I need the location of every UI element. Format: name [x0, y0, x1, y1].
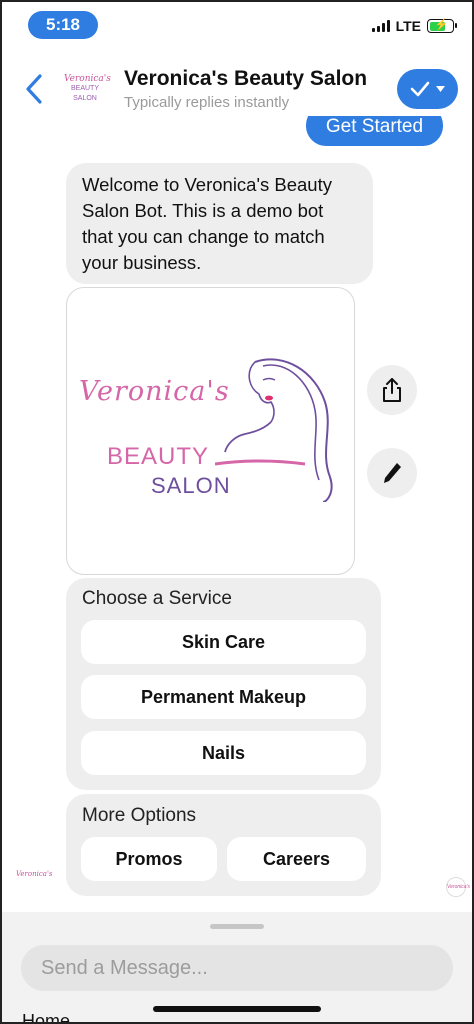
share-icon: [383, 378, 401, 402]
status-indicators: LTE: [371, 18, 457, 34]
drag-handle[interactable]: [210, 924, 264, 929]
more-options-title: More Options: [82, 805, 197, 826]
chevron-left-icon: [26, 74, 42, 104]
home-label: Home: [22, 1011, 71, 1024]
caret-down-icon: [436, 86, 445, 92]
pencil-icon: [384, 463, 401, 483]
message-input[interactable]: [21, 945, 453, 991]
logo-salon-text: SALON: [151, 473, 231, 498]
network-label: LTE: [395, 18, 421, 34]
status-dropdown-button[interactable]: [397, 69, 458, 109]
avatar[interactable]: Veronica's BEAUTY SALON: [64, 74, 111, 104]
careers-button[interactable]: Careers: [227, 837, 366, 881]
signal-icon: [371, 20, 390, 32]
read-receipt-avatar: Veronica's: [446, 877, 470, 897]
service-options-panel: Choose a Service Skin Care Permanent Mak…: [66, 578, 381, 790]
skin-care-button[interactable]: Skin Care: [81, 620, 366, 664]
share-button[interactable]: [367, 365, 417, 415]
logo-image-card[interactable]: Veronica's BEAUTY SALON: [66, 287, 355, 575]
service-panel-title: Choose a Service: [82, 588, 232, 609]
promos-button[interactable]: Promos: [81, 837, 217, 881]
more-options-panel: More Options Promos Careers: [66, 794, 381, 896]
status-time: 5:18: [28, 11, 98, 39]
back-button[interactable]: [22, 70, 48, 108]
welcome-message: Welcome to Veronica's Beauty Salon Bot. …: [66, 163, 373, 284]
permanent-makeup-button[interactable]: Permanent Makeup: [81, 675, 366, 719]
logo-script-text: Veronica's: [79, 376, 230, 407]
battery-icon: [427, 18, 457, 33]
bot-avatar: Veronica's: [16, 870, 53, 894]
edit-button[interactable]: [367, 448, 417, 498]
home-indicator[interactable]: [153, 1006, 321, 1012]
woman-silhouette-icon: [215, 358, 333, 502]
checkmark-icon: [410, 81, 430, 97]
avatar-script-text: Veronica's: [64, 74, 111, 84]
page-title: Veronica's Beauty Salon: [124, 67, 368, 90]
nails-button[interactable]: Nails: [81, 731, 366, 775]
page-subtitle: Typically replies instantly: [124, 94, 290, 111]
logo-beauty-text: BEAUTY: [107, 443, 210, 470]
bot-avatar-text: Veronica's: [16, 870, 53, 878]
avatar-sub-text: BEAUTY SALON: [70, 85, 99, 102]
read-receipt-text: Veronica's: [447, 884, 471, 890]
